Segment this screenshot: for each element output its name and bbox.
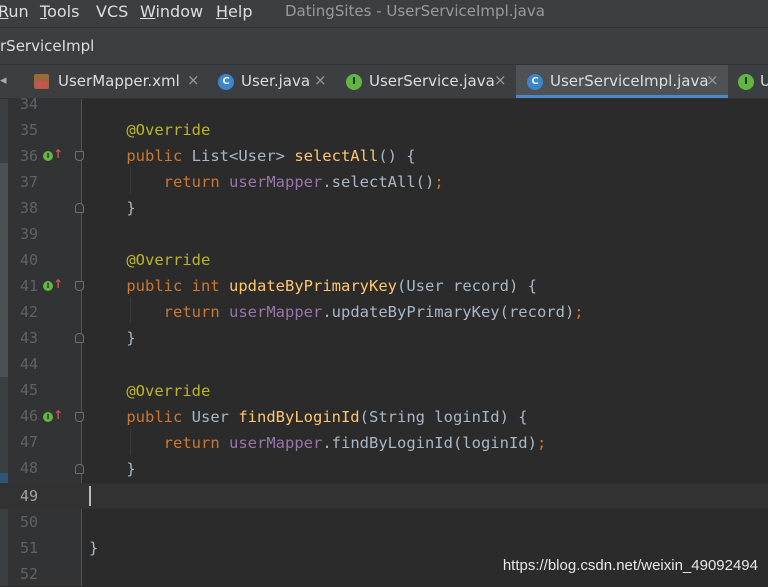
tab-label: UserMapper.xml [58,72,180,90]
class-icon: C [527,74,543,90]
line-number: 52 [19,565,38,583]
tab-label: U [760,72,768,90]
watermark-url: https://blog.csdn.net/weixin_49092494 [502,557,758,574]
line-number-current: 49 [19,487,38,505]
override-method-icon[interactable]: I ↑ [43,277,63,295]
code-line-45: @Override [126,382,211,400]
line-number: 39 [19,225,38,243]
fold-icon[interactable] [75,281,84,291]
line-number: 43 [19,329,38,347]
tab-usermapper-xml[interactable]: UserMapper.xml × [24,65,208,98]
line-number: 34 [19,95,38,113]
interface-icon: I [738,74,754,90]
menu-help[interactable]: Help [216,2,252,21]
tab-scroll-left-icon[interactable]: ◂ [0,73,7,88]
class-icon: C [218,74,234,90]
menu-window[interactable]: Window [140,2,203,21]
tab-label: UserService.java [369,72,495,90]
text-caret [89,486,91,506]
close-icon[interactable]: × [494,71,507,89]
tab-label: UserServiceImpl.java [550,72,709,90]
fold-icon[interactable] [75,464,84,474]
tab-overflow[interactable]: I U [730,65,768,98]
line-number: 46 [19,407,38,425]
code-line-36: public List<User> selectAll() { [126,147,416,165]
window-title: DatingSites - UserServiceImpl.java [285,2,545,20]
tab-userserviceimpl-java[interactable]: C UserServiceImpl.java × [516,65,728,98]
editor-tab-bar: ◂ UserMapper.xml × C User.java × I UserS… [0,65,768,99]
code-line-41: public int updateByPrimaryKey(User recor… [126,277,537,295]
code-line-40: @Override [126,251,211,269]
code-line-47: return userMapper.findByLoginId(loginId)… [163,434,547,452]
line-number: 51 [19,539,38,557]
close-icon[interactable]: × [187,71,200,89]
fold-icon[interactable] [75,333,84,343]
interface-icon: I [346,74,362,90]
close-icon[interactable]: × [706,71,719,89]
tab-user-java[interactable]: C User.java × [208,65,336,98]
menu-tools[interactable]: Tools [40,2,79,21]
fold-icon[interactable] [75,203,84,213]
fold-icon[interactable] [75,151,84,161]
code-line-37: return userMapper.selectAll(); [163,173,444,191]
line-number: 37 [19,173,38,191]
menu-bar: Run Tools VCS Window Help DatingSites - … [0,0,768,27]
menu-vcs[interactable]: VCS [96,2,128,21]
current-line-highlight [0,483,768,509]
tab-userservice-java[interactable]: I UserService.java × [336,65,516,98]
breadcrumb-class[interactable]: rServiceImpl [0,37,94,55]
line-number: 50 [19,513,38,531]
line-number: 40 [19,251,38,269]
xml-file-icon [34,74,49,89]
code-line-43: } [126,329,136,347]
line-number: 41 [19,277,38,295]
code-line-48: } [126,460,136,478]
line-number: 36 [19,147,38,165]
override-method-icon[interactable]: I ↑ [43,408,63,426]
tab-label: User.java [241,72,311,90]
code-line-51: } [89,539,99,557]
navigation-bar: rServiceImpl [0,27,768,65]
code-line-35: @Override [126,121,211,139]
override-method-icon[interactable]: I ↑ [43,147,63,165]
line-number: 48 [19,459,38,477]
code-line-46: public User findByLoginId(String loginId… [126,408,528,426]
line-number: 47 [19,433,38,451]
line-number: 42 [19,303,38,321]
line-number: 44 [19,355,38,373]
code-line-38: } [126,199,136,217]
menu-run[interactable]: Run [0,2,29,21]
line-number: 45 [19,381,38,399]
fold-icon[interactable] [75,412,84,422]
close-icon[interactable]: × [314,71,327,89]
line-number: 38 [19,199,38,217]
tool-window-scrollbar[interactable] [0,163,8,377]
code-line-42: return userMapper.updateByPrimaryKey(rec… [163,303,584,321]
line-number: 35 [19,121,38,139]
